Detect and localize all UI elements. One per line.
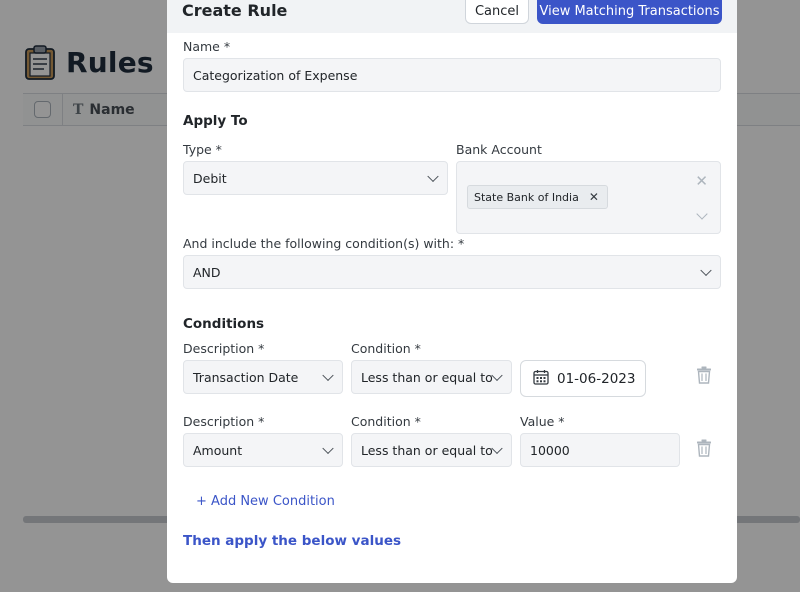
description-value: Transaction Date: [193, 369, 299, 385]
bank-account-chip: State Bank of India ✕: [467, 185, 608, 209]
modal-title: Create Rule: [182, 1, 288, 20]
description-select[interactable]: Transaction Date: [183, 360, 343, 394]
close-icon[interactable]: ✕: [589, 190, 599, 204]
modal-header: Create Rule Cancel View Matching Transac…: [167, 0, 737, 33]
condition-label: Condition *: [351, 414, 421, 429]
chevron-down-icon: [491, 442, 503, 455]
date-input[interactable]: 01-06-2023: [520, 360, 646, 397]
add-new-condition-button[interactable]: + Add New Condition: [196, 494, 335, 509]
condition-select[interactable]: Less than or equal to: [351, 433, 512, 467]
type-label: Type *: [183, 142, 222, 157]
condition-select[interactable]: Less than or equal to: [351, 360, 512, 394]
trash-icon[interactable]: [696, 439, 712, 457]
name-label: Name *: [183, 39, 231, 54]
description-select[interactable]: Amount: [183, 433, 343, 467]
clear-selection-icon[interactable]: ✕: [695, 172, 708, 190]
date-value: 01-06-2023: [557, 370, 636, 387]
calendar-icon[interactable]: [533, 369, 549, 389]
value-input[interactable]: 10000: [520, 433, 680, 467]
name-input[interactable]: Categorization of Expense: [183, 58, 721, 92]
bank-account-chip-label: State Bank of India: [474, 190, 579, 204]
conditions-heading: Conditions: [183, 316, 265, 332]
condition-joiner-value: AND: [193, 264, 221, 280]
chevron-down-icon: [427, 170, 439, 183]
chevron-down-icon: [322, 442, 334, 455]
condition-label: Condition *: [351, 341, 421, 356]
then-apply-heading: Then apply the below values: [183, 533, 402, 549]
condition-value: Less than or equal to: [361, 442, 493, 458]
condition-joiner-select[interactable]: AND: [183, 255, 721, 289]
trash-icon[interactable]: [696, 366, 712, 384]
description-label: Description *: [183, 341, 265, 356]
value-text: 10000: [530, 442, 570, 458]
description-value: Amount: [193, 442, 243, 458]
chevron-down-icon: [696, 208, 708, 220]
view-matching-transactions-button[interactable]: View Matching Transactions: [537, 0, 722, 24]
bank-account-label: Bank Account: [456, 142, 542, 157]
chevron-down-icon: [491, 369, 503, 382]
include-conditions-label: And include the following condition(s) w…: [183, 236, 465, 251]
condition-value: Less than or equal to: [361, 369, 493, 385]
chevron-down-icon: [322, 369, 334, 382]
name-value: Categorization of Expense: [193, 67, 358, 83]
chevron-down-icon: [700, 264, 712, 277]
apply-to-heading: Apply To: [183, 113, 248, 129]
description-label: Description *: [183, 414, 265, 429]
value-label: Value *: [520, 414, 565, 429]
create-rule-modal: Create Rule Cancel View Matching Transac…: [167, 0, 737, 583]
type-value: Debit: [193, 170, 227, 186]
bank-account-multiselect[interactable]: State Bank of India ✕ ✕: [456, 161, 721, 234]
cancel-button[interactable]: Cancel: [465, 0, 529, 24]
type-select[interactable]: Debit: [183, 161, 448, 195]
